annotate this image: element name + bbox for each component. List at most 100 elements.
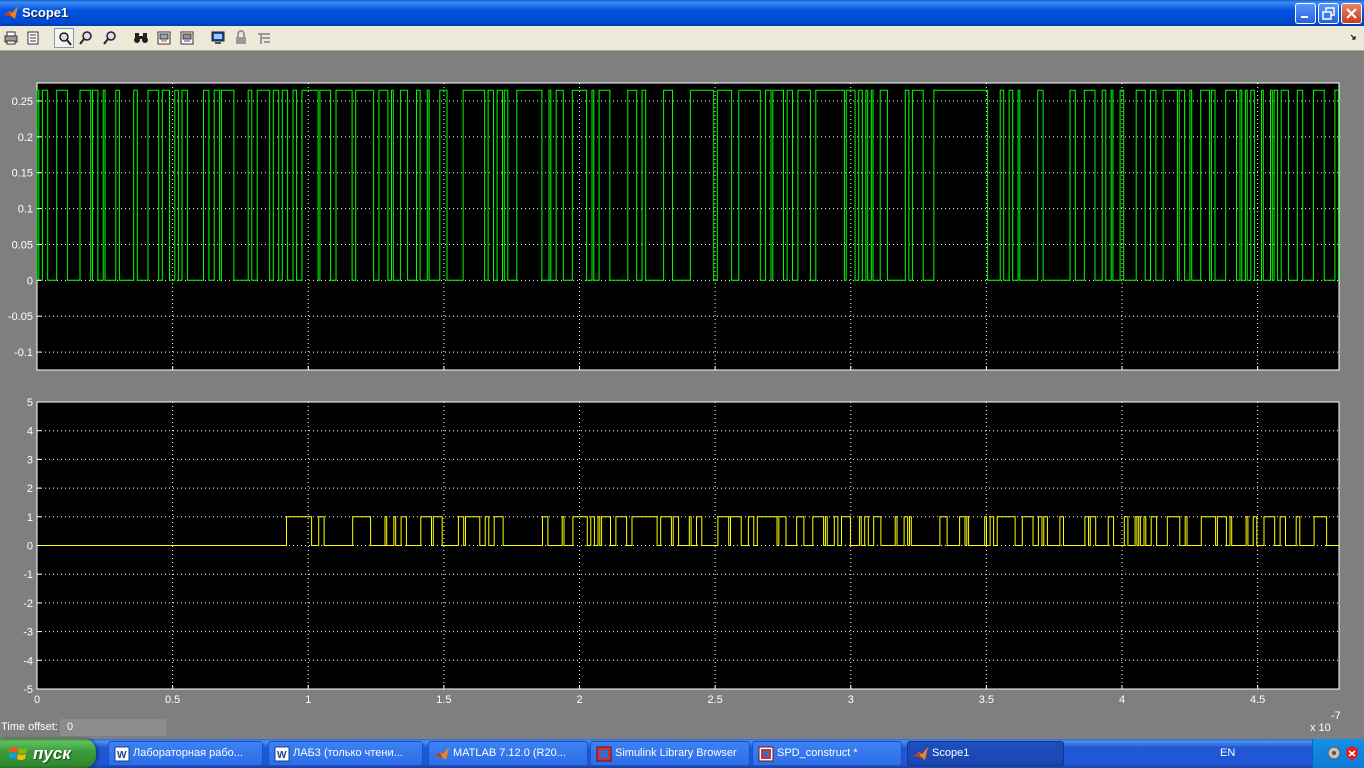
- zoom-y-icon: [103, 31, 116, 45]
- word-icon: W: [114, 746, 130, 762]
- close-button[interactable]: [1341, 3, 1362, 24]
- x-tick-label: 0.5: [165, 694, 180, 706]
- y-tick-label: 0.2: [18, 132, 33, 144]
- autoscale-icon: [134, 33, 148, 43]
- matlab-icon: [914, 747, 928, 760]
- y-tick-label: 0.15: [12, 168, 33, 180]
- y-tick-label: 0: [27, 541, 33, 553]
- y-tick-label: 0.1: [18, 204, 33, 216]
- y-tick-label: -3: [23, 627, 33, 639]
- taskbar-item-label: SPD_construct *: [777, 747, 858, 759]
- x-tick-label: 4: [1119, 694, 1125, 706]
- taskbar-item[interactable]: W Лабораторная рабо...: [108, 741, 263, 766]
- scope-axes-2[interactable]: 543210-1-2-3-4-50 0.5 1 1.5 2 2.5 3 3.5 4 4.5: [23, 397, 1340, 706]
- autoscale-button[interactable]: [131, 28, 151, 48]
- simulink-model-icon: [758, 746, 774, 762]
- restore-axes-button[interactable]: [177, 28, 197, 48]
- x-tick-label: 1.5: [436, 694, 451, 706]
- y-tick-label: -2: [23, 598, 33, 610]
- taskbar-item-label: Simulink Library Browser: [615, 747, 737, 759]
- lock-icon: [236, 30, 246, 44]
- signal-selection-icon: [258, 33, 270, 44]
- zoom-y-button[interactable]: [100, 28, 120, 48]
- x-tick-label: 4.5: [1250, 694, 1265, 706]
- y-tick-label: -0.05: [8, 311, 33, 323]
- title-bar: Scope1: [0, 0, 1364, 26]
- x-exponent-base: x 10: [1310, 722, 1331, 734]
- taskbar-item-label: MATLAB 7.12.0 (R20...: [453, 747, 566, 759]
- x-exponent-power: -7: [1331, 710, 1341, 722]
- minimize-icon: [1301, 16, 1308, 18]
- scope-plots[interactable]: 0.25 0.2 0.15 0.1 0.05 0 -0.05 -0.1 5 4 3 2 1 0 -1 -2 -3…: [0, 51, 1364, 739]
- axes-background: [36, 82, 1340, 371]
- minimize-button[interactable]: [1295, 3, 1316, 24]
- x-tick-label: 0: [34, 694, 40, 706]
- zoom-x-button[interactable]: [77, 28, 97, 48]
- x-tick-label: 3: [848, 694, 854, 706]
- print-button[interactable]: [1, 28, 21, 48]
- time-offset-label: Time offset:: [1, 721, 58, 733]
- windows-logo-icon: [9, 747, 27, 760]
- window-title: Scope1: [22, 5, 69, 20]
- y-tick-label: 0: [27, 275, 33, 287]
- network-icon[interactable]: [1326, 745, 1342, 761]
- scope-area: 0.25 0.2 0.15 0.1 0.05 0 -0.05 -0.1 5 4 3 2 1 0 -1 -2 -3…: [0, 51, 1364, 739]
- parameters-icon: [27, 31, 39, 45]
- system-tray: [1312, 739, 1364, 768]
- restore-icon: [1322, 7, 1335, 20]
- taskbar-item[interactable]: Scope1: [907, 741, 1064, 766]
- y-tick-label: -0.1: [14, 347, 33, 359]
- matlab-icon: [435, 747, 449, 760]
- taskbar-item-label: Scope1: [932, 747, 970, 759]
- svg-text:W: W: [117, 750, 127, 761]
- time-offset-box: [60, 719, 166, 736]
- scope-toolbar: [0, 26, 1364, 51]
- start-label: пуск: [33, 744, 71, 763]
- restore-axes-icon: [180, 31, 194, 45]
- security-shield-icon[interactable]: [1344, 745, 1360, 761]
- parameters-button[interactable]: [23, 28, 43, 48]
- y-tick-label: 3: [27, 454, 33, 466]
- taskbar-item[interactable]: SPD_construct *: [752, 741, 902, 766]
- taskbar-item[interactable]: MATLAB 7.12.0 (R20...: [428, 741, 588, 766]
- word-icon: W: [274, 746, 290, 762]
- y-tick-label: 0.25: [12, 96, 33, 108]
- taskbar: пуск W Лабораторная рабо... W ЛАБ3 (только …: [0, 739, 1364, 768]
- taskbar-item[interactable]: W ЛАБ3 (только чтени...: [268, 741, 423, 766]
- taskbar-item-label: Лабораторная рабо...: [133, 747, 243, 759]
- y-tick-label: 1: [27, 512, 33, 524]
- x-tick-label: 3.5: [979, 694, 994, 706]
- lock-button[interactable]: [231, 28, 251, 48]
- save-axes-button[interactable]: [154, 28, 174, 48]
- scope-axes-1[interactable]: 0.25 0.2 0.15 0.1 0.05 0 -0.05 -0.1: [8, 82, 1340, 371]
- y-tick-label: 5: [27, 397, 33, 409]
- start-button[interactable]: пуск: [0, 739, 96, 768]
- taskbar-item-label: ЛАБ3 (только чтени...: [293, 747, 403, 759]
- zoom-button[interactable]: [54, 28, 74, 48]
- print-icon: [4, 31, 18, 45]
- language-indicator[interactable]: EN: [1220, 747, 1235, 759]
- time-offset-value: 0: [67, 721, 74, 733]
- close-icon: [1346, 8, 1357, 19]
- zoom-x-icon: [79, 31, 92, 45]
- svg-text:W: W: [277, 750, 287, 761]
- taskbar-item[interactable]: Simulink Library Browser: [590, 741, 750, 766]
- y-tick-label: 4: [27, 426, 33, 438]
- save-axes-icon: [157, 31, 171, 45]
- restore-button[interactable]: [1318, 3, 1339, 24]
- zoom-icon: [59, 32, 72, 46]
- toolbar-overflow-icon[interactable]: [1350, 34, 1360, 42]
- y-tick-label: 2: [27, 483, 33, 495]
- y-tick-label: -4: [23, 655, 33, 667]
- y-tick-label: -1: [23, 569, 33, 581]
- matlab-icon: [4, 6, 18, 19]
- x-tick-label: 2: [576, 694, 582, 706]
- y-tick-label: 0.05: [12, 239, 33, 251]
- simulink-icon: [596, 746, 612, 762]
- x-tick-label: 2.5: [707, 694, 722, 706]
- float-scope-icon: [211, 31, 225, 44]
- x-tick-label: 1: [305, 694, 311, 706]
- float-scope-button[interactable]: [208, 28, 228, 48]
- y-tick-label: -5: [23, 684, 33, 696]
- signal-selection-button[interactable]: [254, 28, 274, 48]
